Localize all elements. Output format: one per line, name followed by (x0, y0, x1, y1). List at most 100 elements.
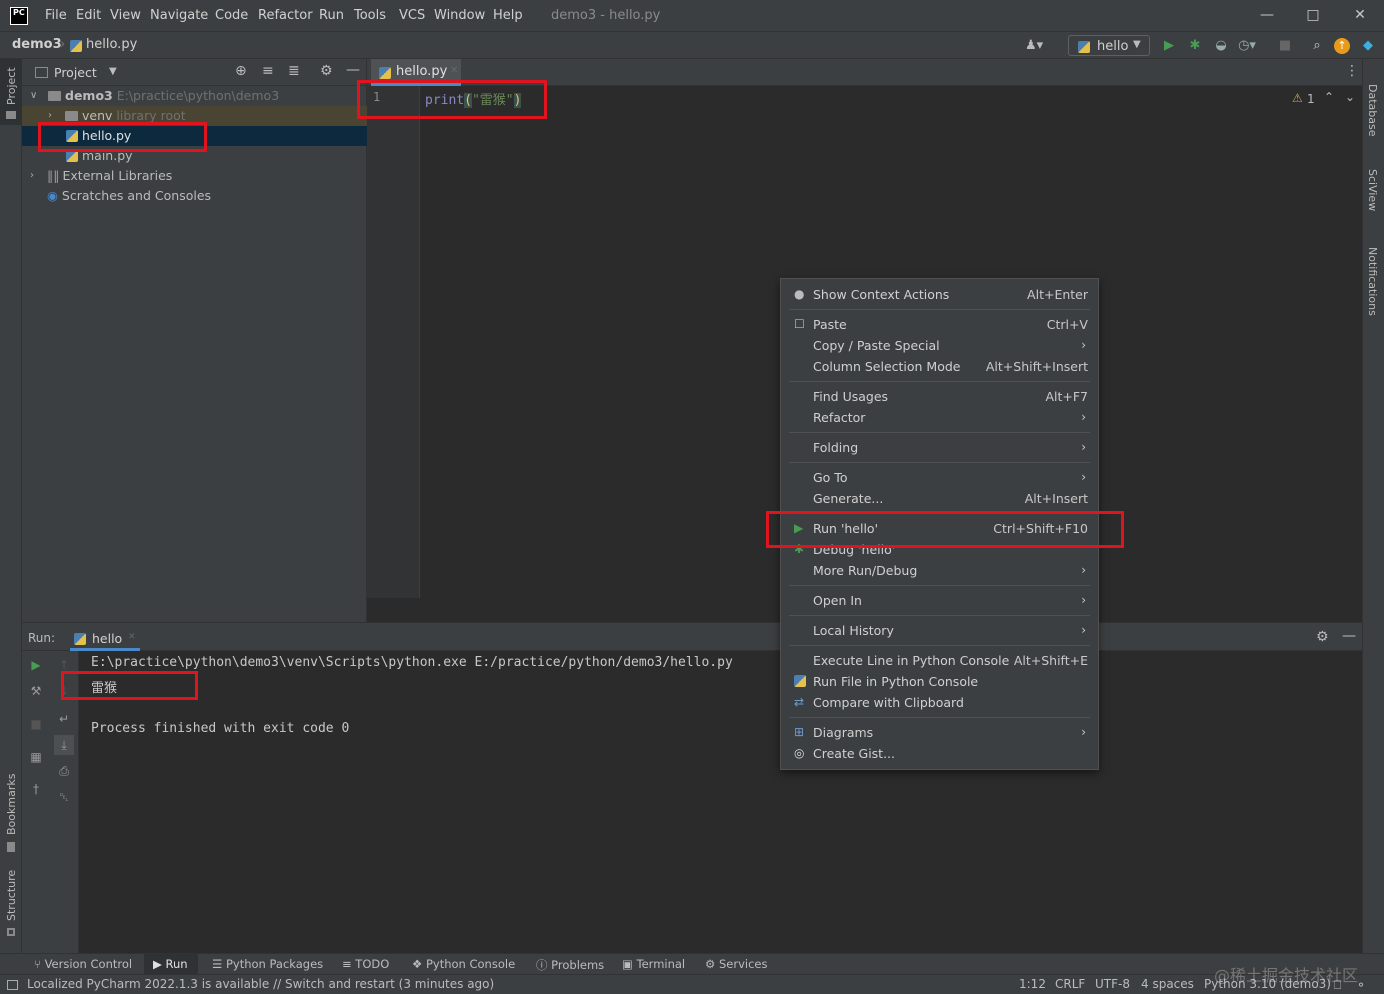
menu-run-file-console[interactable]: Run File in Python Console (781, 671, 1098, 692)
menu-show-context-actions[interactable]: ● Show Context Actions Alt+Enter (781, 284, 1098, 305)
tree-item-demo3[interactable]: ∨ demo3 E:\practice\python\demo3 (22, 86, 367, 106)
breadcrumb-file[interactable]: hello.py (86, 37, 137, 52)
chevron-right-icon: › (1081, 338, 1086, 352)
menu-go-to[interactable]: Go To › (781, 467, 1098, 488)
close-tab-icon[interactable]: ✕ (128, 632, 136, 642)
chevron-down-icon[interactable]: ▼ (109, 66, 117, 77)
menu-refactor[interactable]: Refactor › (781, 407, 1098, 428)
menu-compare-clipboard[interactable]: ⇄ Compare with Clipboard (781, 692, 1098, 713)
warning-icon[interactable]: ⚠ (1292, 91, 1303, 105)
soft-wrap-icon[interactable]: ↵ (56, 711, 72, 727)
maximize-icon[interactable]: □ (1303, 5, 1323, 25)
stop-icon[interactable]: ■ (1276, 37, 1294, 55)
python-packages-tool-button[interactable]: ☰ Python Packages (212, 957, 323, 971)
breadcrumb-project[interactable]: demo3 (12, 37, 62, 52)
more-options-icon[interactable]: ⋮ (1345, 63, 1359, 79)
menu-find-usages[interactable]: Find Usages Alt+F7 (781, 386, 1098, 407)
menu-edit[interactable]: Edit (76, 8, 101, 23)
python-console-tool-button[interactable]: ❖ Python Console (412, 957, 515, 971)
notifications-tool-button[interactable]: Notifications (1366, 247, 1379, 316)
line-separator[interactable]: CRLF (1055, 977, 1085, 991)
chevron-right-icon: › (30, 170, 34, 181)
menu-tools[interactable]: Tools (354, 8, 386, 23)
menu-copy-paste-special[interactable]: Copy / Paste Special › (781, 335, 1098, 356)
project-panel-title[interactable]: Project (54, 65, 97, 80)
trash-icon[interactable]: ␡ (56, 789, 72, 805)
status-message[interactable]: Localized PyCharm 2022.1.3 is available … (27, 977, 494, 991)
menu-paste[interactable]: ☐ Paste Ctrl+V (781, 314, 1098, 335)
stop-icon[interactable]: ■ (28, 716, 44, 732)
menu-window[interactable]: Window (434, 8, 485, 23)
menu-diagrams[interactable]: ⊞ Diagrams › (781, 722, 1098, 743)
chevron-down-icon[interactable]: ⌄ (1345, 90, 1355, 104)
menu-local-history[interactable]: Local History › (781, 620, 1098, 641)
database-tool-button[interactable]: Database (1366, 84, 1379, 137)
annotation-box-code (357, 80, 547, 119)
layout-icon[interactable]: ▦ (28, 749, 44, 765)
tree-item-external-libraries[interactable]: › ‖‖ External Libraries (22, 166, 367, 186)
run-panel-header: Run: hello ✕ ⚙ — (22, 623, 1362, 651)
scroll-to-end-icon[interactable]: ⤓ (54, 735, 74, 755)
search-icon[interactable]: ⌕ (1308, 37, 1326, 55)
profile-icon[interactable]: ◷▾ (1238, 37, 1256, 55)
todo-tool-button[interactable]: ≡ TODO (342, 957, 389, 971)
structure-tool-button[interactable]: Structure (5, 870, 18, 921)
pycharm-logo-icon: PC (10, 7, 28, 25)
tree-item-scratches[interactable]: ◉ Scratches and Consoles (22, 186, 367, 206)
run-icon[interactable]: ▶ (1160, 37, 1178, 55)
menu-vcs[interactable]: VCS (399, 8, 425, 23)
annotation-box-file (38, 122, 207, 152)
debug-icon[interactable]: ✱ (1186, 37, 1204, 55)
gear-icon[interactable]: ⚙ (1316, 629, 1329, 645)
bookmarks-tool-button[interactable]: Bookmarks (5, 774, 18, 835)
menu-view[interactable]: View (110, 8, 141, 23)
update-icon[interactable]: ↑ (1334, 38, 1350, 54)
chevron-up-icon[interactable]: ⌃ (1324, 90, 1334, 104)
menu-generate[interactable]: Generate... Alt+Insert (781, 488, 1098, 509)
menu-column-selection-mode[interactable]: Column Selection Mode Alt+Shift+Insert (781, 356, 1098, 377)
folder-icon (6, 111, 16, 119)
version-control-tool-button[interactable]: ⑂ Version Control (34, 957, 132, 971)
run-configuration-select[interactable]: hello ▼ (1068, 35, 1150, 56)
wrench-icon[interactable]: ⚒ (28, 683, 44, 699)
terminal-tool-button[interactable]: ▣ Terminal (622, 957, 685, 971)
hide-icon[interactable]: — (346, 62, 360, 78)
file-encoding[interactable]: UTF-8 (1095, 977, 1130, 991)
menu-run[interactable]: Run (319, 8, 344, 23)
run-tab-hello[interactable]: hello (92, 631, 122, 646)
user-icon[interactable]: ♟▾ (1025, 37, 1043, 55)
menu-more-run-debug[interactable]: More Run/Debug › (781, 560, 1098, 581)
rerun-icon[interactable]: ▶ (28, 657, 44, 673)
collapse-all-icon[interactable]: ≣ (288, 63, 300, 79)
locate-icon[interactable]: ⊕ (235, 63, 247, 79)
expand-all-icon[interactable]: ≡ (262, 63, 274, 79)
caret-position[interactable]: 1:12 (1019, 977, 1046, 991)
close-icon[interactable]: ✕ (1350, 5, 1370, 25)
run-tool-button[interactable]: ▶ Run (153, 957, 188, 971)
menu-file[interactable]: File (45, 8, 67, 23)
menu-help[interactable]: Help (493, 8, 523, 23)
print-icon[interactable]: ⎙ (56, 763, 72, 779)
menu-open-in[interactable]: Open In › (781, 590, 1098, 611)
menu-folding[interactable]: Folding › (781, 437, 1098, 458)
menu-create-gist[interactable]: ◎ Create Gist... (781, 743, 1098, 764)
toggle-tool-windows-icon[interactable] (7, 980, 18, 990)
problems-tool-button[interactable]: ⓘ Problems (536, 957, 604, 973)
python-icon (794, 671, 810, 692)
pin-icon[interactable]: † (28, 781, 44, 797)
menu-navigate[interactable]: Navigate (150, 8, 208, 23)
gear-icon[interactable]: ⚙ (320, 63, 333, 79)
tree-item-label: venv (82, 108, 113, 123)
close-tab-icon[interactable]: ✕ (450, 65, 458, 76)
menu-execute-line-console[interactable]: Execute Line in Python Console Alt+Shift… (781, 650, 1098, 671)
project-tool-button[interactable]: Project (5, 67, 18, 105)
coverage-icon[interactable]: ◒ (1212, 37, 1230, 55)
hide-icon[interactable]: — (1342, 628, 1356, 644)
menu-refactor[interactable]: Refactor (258, 8, 313, 23)
indent-setting[interactable]: 4 spaces (1141, 977, 1194, 991)
menu-code[interactable]: Code (215, 8, 248, 23)
jetbrains-icon[interactable]: ◆ (1359, 37, 1377, 55)
sciview-tool-button[interactable]: SciView (1366, 169, 1379, 211)
services-tool-button[interactable]: ⚙ Services (705, 957, 767, 971)
minimize-icon[interactable]: — (1257, 5, 1277, 25)
